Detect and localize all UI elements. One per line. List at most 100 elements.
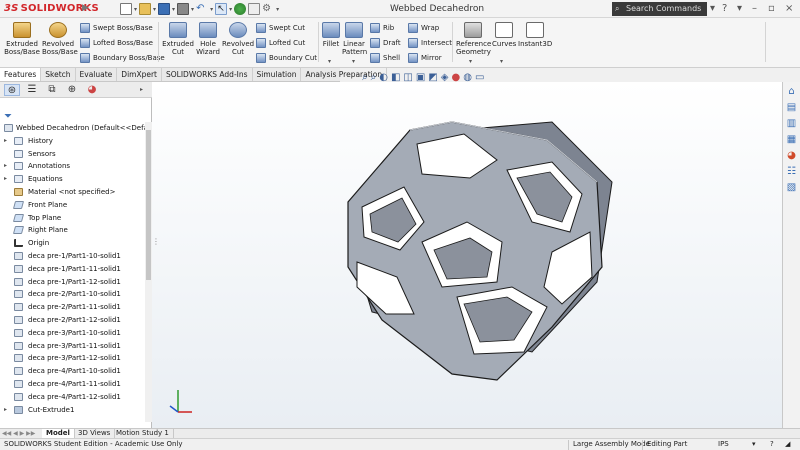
previous-view-icon[interactable]: ◐ [379,72,388,83]
close-icon[interactable]: × [785,3,793,14]
print-icon[interactable] [177,3,190,15]
tree-item[interactable]: Origin [0,237,145,249]
linear-pattern-dropdown-icon[interactable]: ▾ [352,58,355,65]
boundary-boss-button[interactable]: Boundary Boss/Base [80,53,165,63]
view-settings-icon[interactable]: ▭ [475,72,484,83]
rebuild-icon[interactable] [234,3,247,15]
tree-item[interactable]: Top Plane [0,212,145,224]
expand-arrow-icon[interactable]: ▸ [4,160,7,172]
draft-button[interactable]: Draft [370,38,401,48]
tab-evaluate[interactable]: Evaluate [76,68,118,81]
tree-item[interactable]: deca pre-1/Part1-10-solid1 [0,250,145,262]
tree-root-part[interactable]: Webbed Decahedron (Default<<Defa [0,122,145,134]
tree-item[interactable]: deca pre-1/Part1-12-solid1 [0,276,145,288]
revolved-boss-button[interactable]: Revolved Boss/Base [42,22,78,56]
instant3d-button[interactable]: Instant3D [518,22,552,48]
tree-item[interactable]: ▸ Equations [0,173,145,185]
minimize-icon[interactable]: – [752,3,757,14]
apply-scene-icon[interactable]: ◍ [463,72,472,83]
restore-icon[interactable]: ▫ [768,3,775,14]
tree-item[interactable]: deca pre-3/Part1-11-solid1 [0,340,145,352]
dynamic-annotation-icon[interactable]: ◫ [403,72,412,83]
tree-item[interactable]: Front Plane [0,199,145,211]
scrollbar-thumb[interactable] [146,130,151,280]
view-palette-icon[interactable]: ▦ [786,134,798,146]
tab-simulation[interactable]: Simulation [253,68,302,81]
panel-expand-icon[interactable]: ▸ [140,86,143,93]
tree-item[interactable]: Material <not specified> [0,186,145,198]
chevron-down-icon[interactable]: ▾ [191,6,194,13]
property-manager-icon[interactable]: ☰ [24,84,40,96]
extruded-boss-button[interactable]: Extruded Boss/Base [4,22,40,56]
options-gear-icon[interactable]: ⚙ [262,3,274,15]
custom-properties-icon[interactable]: ☷ [786,166,798,178]
revolved-cut-button[interactable]: Revolved Cut [222,22,254,56]
tab-nav-arrows-icon[interactable]: ◀◀ ◀ ▶ ▶▶ [2,430,35,437]
lofted-cut-button[interactable]: Lofted Cut [256,38,305,48]
tree-item[interactable]: deca pre-2/Part1-11-solid1 [0,301,145,313]
dimxpert-manager-icon[interactable]: ⊕ [64,84,80,96]
edit-appearance-icon[interactable]: ● [451,72,460,83]
appearances-icon[interactable]: ◕ [786,150,798,162]
swept-boss-button[interactable]: Swept Boss/Base [80,23,153,33]
help-dropdown-icon[interactable]: ▾ [737,3,742,14]
tab-addins[interactable]: SOLIDWORKS Add-Ins [162,68,253,81]
boundary-cut-button[interactable]: Boundary Cut [256,53,317,63]
tree-item[interactable]: deca pre-4/Part1-11-solid1 [0,378,145,390]
extruded-cut-button[interactable]: Extruded Cut [162,22,194,56]
design-library-icon[interactable]: ▤ [786,102,798,114]
status-units[interactable]: IPS [718,440,729,448]
fillet-button[interactable]: Fillet [320,22,342,48]
wrap-button[interactable]: Wrap [408,23,439,33]
zoom-to-area-icon[interactable]: ⌕ [371,72,377,83]
tree-item[interactable]: deca pre-3/Part1-12-solid1 [0,352,145,364]
display-manager-icon[interactable]: ◕ [84,84,100,96]
tab-dimxpert[interactable]: DimXpert [117,68,162,81]
tab-sketch[interactable]: Sketch [41,68,76,81]
chevron-down-icon[interactable]: ▾ [172,6,175,13]
open-folder-icon[interactable] [139,3,152,15]
new-document-icon[interactable] [120,3,132,15]
reference-geometry-dropdown-icon[interactable]: ▾ [469,58,472,65]
solidworks-resources-icon[interactable]: ⌂ [786,86,798,98]
swept-cut-button[interactable]: Swept Cut [256,23,305,33]
configuration-manager-icon[interactable]: ⧉ [44,84,60,96]
chevron-down-icon[interactable]: ▾ [276,6,279,13]
display-style-icon[interactable]: ◩ [428,72,437,83]
linear-pattern-button[interactable]: Linear Pattern [342,22,367,56]
tree-item[interactable]: ▸ Cut-Extrude1 [0,404,145,416]
intersect-button[interactable]: Intersect [408,38,452,48]
tree-item[interactable]: deca pre-2/Part1-10-solid1 [0,288,145,300]
chevron-down-icon[interactable]: ▾ [210,6,213,13]
status-units-dropdown-icon[interactable]: ▾ [752,440,756,448]
curves-dropdown-icon[interactable]: ▾ [500,58,503,65]
curves-button[interactable]: Curves [492,22,516,48]
search-commands-input[interactable]: ⌕ Search Commands [612,2,707,16]
chevron-down-icon[interactable]: ▾ [229,6,232,13]
fillet-dropdown-icon[interactable]: ▾ [328,58,331,65]
tree-item[interactable]: Right Plane [0,224,145,236]
hole-wizard-button[interactable]: Hole Wizard [194,22,222,56]
zoom-to-fit-icon[interactable]: ⌕ [362,72,368,83]
webbed-decahedron-model[interactable] [152,82,782,428]
expand-arrow-icon[interactable]: ▸ [4,135,7,147]
expand-arrow-icon[interactable]: ▸ [4,404,7,416]
reference-geometry-button[interactable]: Reference Geometry [456,22,491,56]
quick-tips-icon[interactable]: ? [770,440,774,448]
tree-item[interactable]: deca pre-4/Part1-10-solid1 [0,365,145,377]
tree-item[interactable]: ▸ Annotations [0,160,145,172]
search-dropdown-icon[interactable]: ▾ [710,3,715,14]
tree-item[interactable]: deca pre-2/Part1-12-solid1 [0,314,145,326]
help-icon[interactable]: ? [722,3,727,14]
chevron-down-icon[interactable]: ▾ [153,6,156,13]
file-explorer-icon[interactable]: ▥ [786,118,798,130]
undo-icon[interactable]: ↶ [196,3,208,15]
tree-item[interactable]: ▸ History [0,135,145,147]
tree-item[interactable]: deca pre-3/Part1-10-solid1 [0,327,145,339]
select-cursor-icon[interactable]: ↖ [215,3,228,15]
save-icon[interactable] [158,3,171,15]
view-orientation-icon[interactable]: ▣ [416,72,425,83]
chevron-down-icon[interactable]: ▾ [134,6,137,13]
section-view-icon[interactable]: ◧ [391,72,400,83]
expand-arrow-icon[interactable]: ▸ [4,173,7,185]
